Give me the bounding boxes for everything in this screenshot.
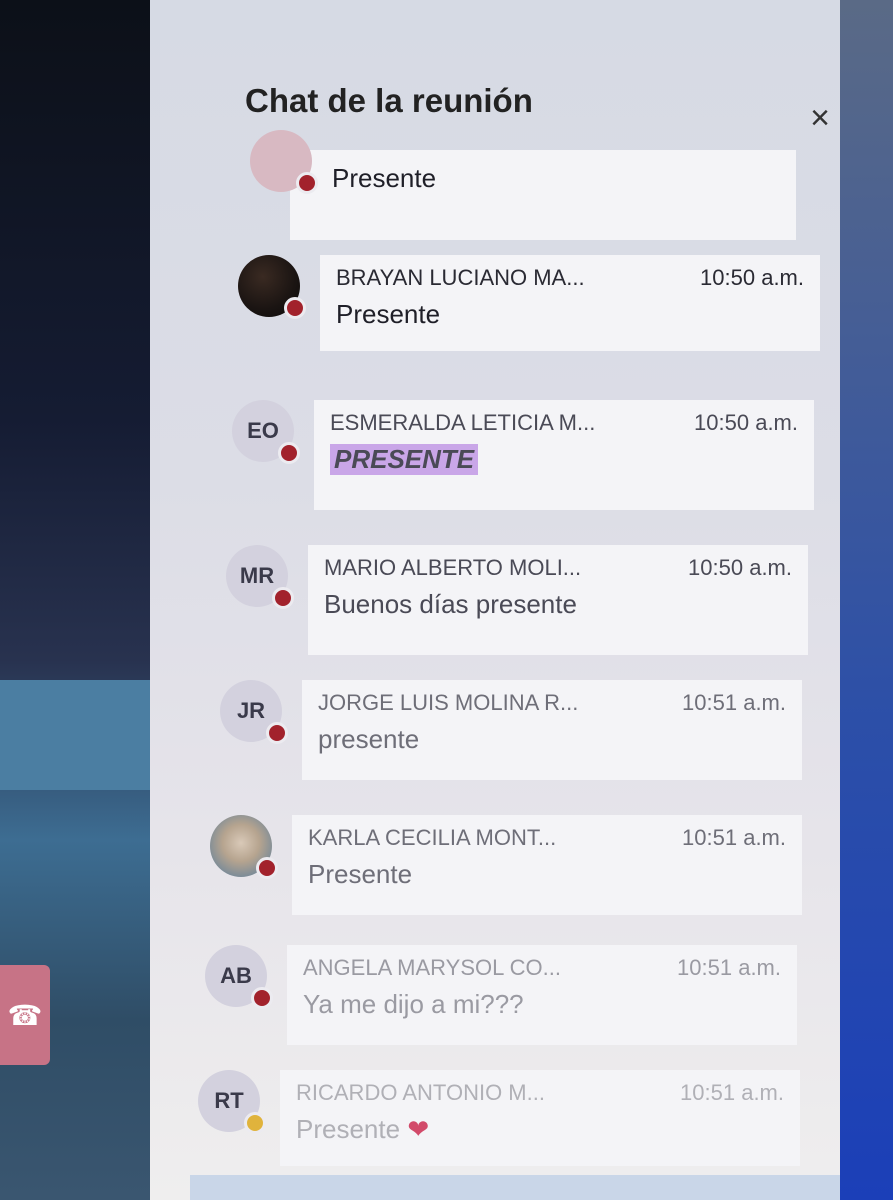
avatar-initials: EO: [247, 418, 279, 443]
status-busy-icon: [266, 722, 288, 744]
chat-message-bubble: KARLA CECILIA MONT... 10:51 a.m. Present…: [292, 815, 802, 915]
message-text: presente: [318, 724, 420, 754]
avatar-photo: [238, 255, 306, 319]
avatar: AB: [205, 945, 273, 1009]
message-text: Presente: [296, 1114, 401, 1144]
phone-icon: ☎: [7, 999, 43, 1031]
panel-title: Chat de la reunión: [245, 82, 533, 119]
status-busy-icon: [296, 172, 318, 194]
message-text: Presente: [336, 299, 441, 329]
status-away-icon: [244, 1112, 266, 1134]
sender-name: ESMERALDA LETICIA M...: [330, 410, 596, 435]
message-text: PRESENTE: [330, 444, 479, 475]
avatar: [250, 130, 318, 194]
status-busy-icon: [251, 987, 273, 1009]
avatar-initials: JR: [236, 698, 266, 723]
chat-message: MR MARIO ALBERTO MOLI... 10:50 a.m. Buen…: [226, 545, 808, 655]
status-busy-icon: [278, 442, 300, 464]
chat-message-bubble: MARIO ALBERTO MOLI... 10:50 a.m. Buenos …: [308, 545, 808, 655]
heart-emoji-icon: ❤: [407, 1114, 430, 1144]
message-time: 10:51 a.m.: [680, 1080, 784, 1105]
chat-message: AB ANGELA MARYSOL CO... 10:51 a.m. Ya me…: [205, 945, 797, 1045]
message-time: 10:51 a.m.: [682, 690, 786, 715]
status-busy-icon: [256, 857, 278, 879]
message-time: 10:51 a.m.: [682, 825, 786, 850]
message-text: Presente: [332, 163, 437, 193]
message-time: 10:51 a.m.: [677, 955, 781, 980]
message-time: 10:50 a.m.: [700, 265, 804, 290]
chat-message: [250, 130, 318, 194]
avatar-initials: RT: [214, 1088, 244, 1113]
avatar: EO: [232, 400, 300, 464]
avatar: JR: [220, 680, 288, 744]
sender-name: RICARDO ANTONIO M...: [296, 1080, 545, 1105]
sender-name: ANGELA MARYSOL CO...: [303, 955, 561, 980]
message-time: 10:50 a.m.: [694, 410, 798, 435]
chat-message: KARLA CECILIA MONT... 10:51 a.m. Present…: [210, 815, 802, 915]
chat-message-bubble: ANGELA MARYSOL CO... 10:51 a.m. Ya me di…: [287, 945, 797, 1045]
message-time: 10:50 a.m.: [688, 555, 792, 580]
chat-message: EO ESMERALDA LETICIA M... 10:50 a.m. PRE…: [232, 400, 814, 510]
sender-name: JORGE LUIS MOLINA R...: [318, 690, 579, 715]
sender-name: KARLA CECILIA MONT...: [308, 825, 557, 850]
message-text: Presente: [308, 859, 413, 889]
avatar-photo: [210, 815, 278, 879]
chat-message-bubble: JORGE LUIS MOLINA R... 10:51 a.m. presen…: [302, 680, 802, 780]
message-text: Buenos días presente: [324, 589, 577, 619]
chat-message: BRAYAN LUCIANO MA... 10:50 a.m. Presente: [238, 255, 820, 351]
avatar: RT: [198, 1070, 266, 1134]
chat-message-bubble: RICARDO ANTONIO M... 10:51 a.m. Presente…: [280, 1070, 800, 1166]
close-icon[interactable]: ×: [802, 100, 838, 136]
chat-message: RT RICARDO ANTONIO M... 10:51 a.m. Prese…: [198, 1070, 800, 1166]
chat-message-bubble: ESMERALDA LETICIA M... 10:50 a.m. PRESEN…: [314, 400, 814, 510]
sender-name: MARIO ALBERTO MOLI...: [324, 555, 582, 580]
status-busy-icon: [272, 587, 294, 609]
message-text: Ya me dijo a mi???: [303, 989, 524, 1019]
meeting-chat-panel: Chat de la reunión × Presente BRAYAN LUC…: [150, 0, 840, 1200]
avatar-initials: MR: [239, 563, 275, 588]
screen-edge: [833, 0, 893, 1200]
avatar-initials: AB: [220, 963, 252, 988]
chat-message: JR JORGE LUIS MOLINA R... 10:51 a.m. pre…: [220, 680, 802, 780]
sender-name: BRAYAN LUCIANO MA...: [336, 265, 585, 290]
status-busy-icon: [284, 297, 306, 319]
avatar: MR: [226, 545, 294, 609]
chat-message-bubble: BRAYAN LUCIANO MA... 10:50 a.m. Presente: [320, 255, 820, 351]
compose-box[interactable]: [190, 1175, 840, 1200]
hang-up-button[interactable]: ☎: [0, 965, 50, 1065]
